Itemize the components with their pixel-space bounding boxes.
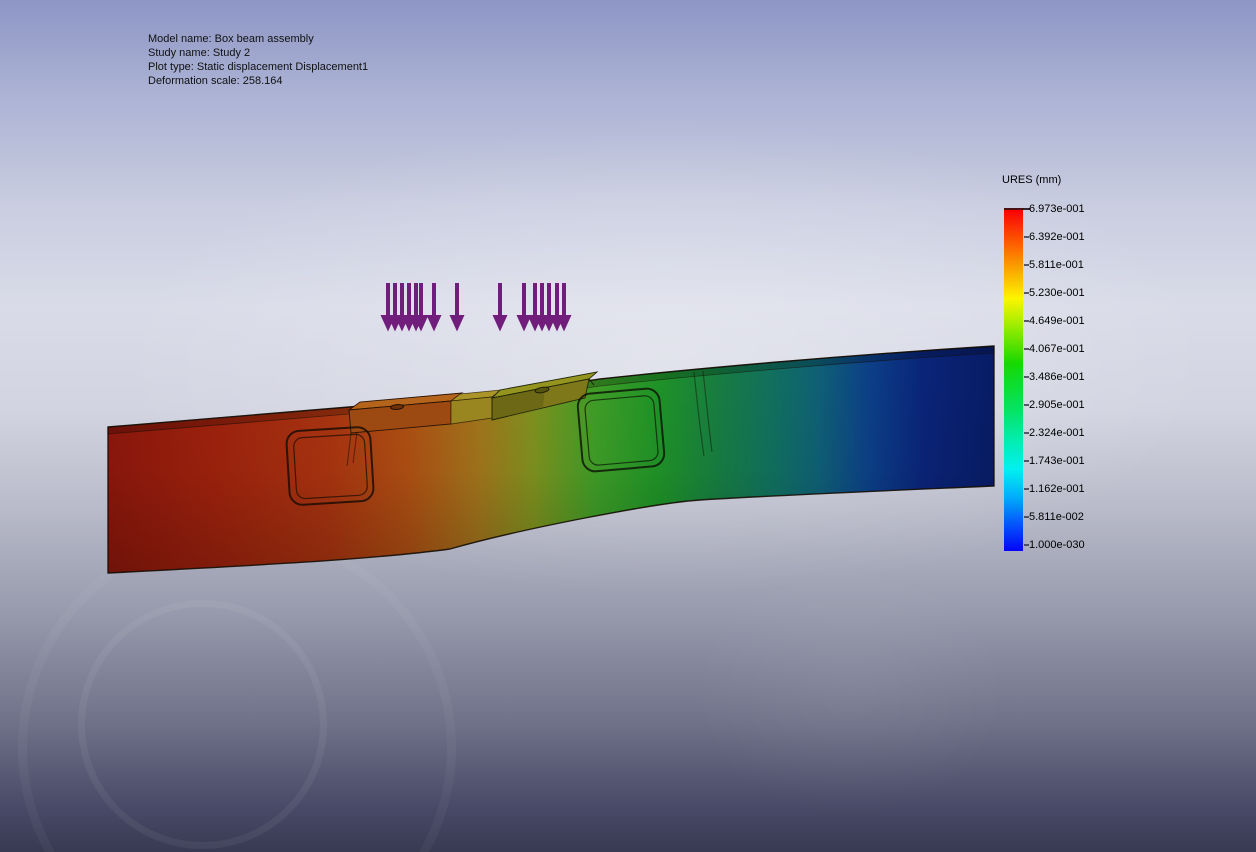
plot-annotation: Model name: Box beam assembly Study name…: [148, 32, 368, 88]
load-arrow-icon[interactable]: [517, 283, 532, 332]
load-arrow-icon[interactable]: [493, 283, 508, 332]
legend-value: 3.486e-001: [1029, 371, 1085, 383]
legend-value: 5.811e-001: [1029, 259, 1084, 271]
legend-value: 4.067e-001: [1029, 343, 1085, 355]
load-arrow-icon[interactable]: [450, 283, 465, 332]
annotation-plot-type: Plot type: Static displacement Displacem…: [148, 60, 368, 74]
annotation-model-name: Model name: Box beam assembly: [148, 32, 368, 46]
legend-value: 2.324e-001: [1029, 427, 1085, 439]
beam-model[interactable]: [108, 346, 994, 573]
legend-value: 5.811e-002: [1029, 511, 1084, 523]
beam-shading-overlay: [108, 346, 994, 573]
annotation-study-name: Study name: Study 2: [148, 46, 368, 60]
graphics-viewport[interactable]: Model name: Box beam assembly Study name…: [0, 0, 1256, 852]
legend-value: 1.743e-001: [1029, 455, 1085, 467]
color-legend: URES (mm) 6.973e-001 6.392e-001 5.811e-0…: [1002, 174, 1132, 564]
load-arrows[interactable]: [381, 283, 572, 332]
legend-value: 5.230e-001: [1029, 287, 1085, 299]
legend-value: 1.162e-001: [1029, 483, 1085, 495]
load-arrow-icon[interactable]: [427, 283, 442, 332]
legend-value: 2.905e-001: [1029, 399, 1085, 411]
legend-value: 6.973e-001: [1029, 203, 1085, 215]
legend-value: 6.392e-001: [1029, 231, 1085, 243]
legend-value: 1.000e-030: [1029, 539, 1085, 551]
legend-value: 4.649e-001: [1029, 315, 1085, 327]
legend-color-bar: [1004, 210, 1023, 551]
legend-title: URES (mm): [1002, 174, 1061, 186]
annotation-deformation-scale: Deformation scale: 258.164: [148, 74, 368, 88]
